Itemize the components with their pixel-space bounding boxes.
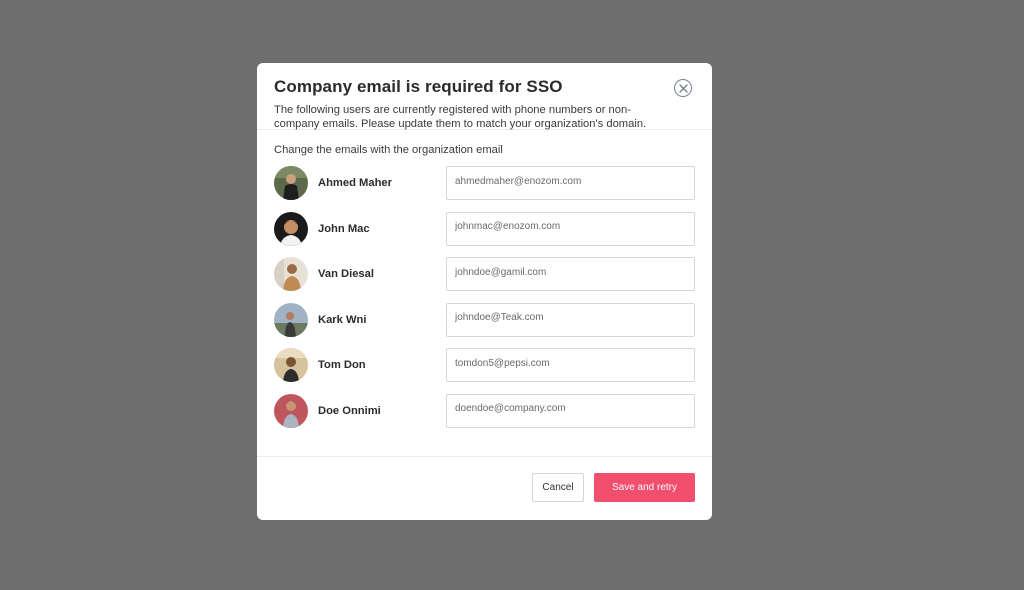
dialog-body: Change the emails with the organization … bbox=[257, 130, 712, 457]
user-name: Tom Don bbox=[318, 359, 366, 372]
user-row: Ahmed Maher bbox=[274, 166, 695, 200]
dialog-description: The following users are currently regist… bbox=[274, 104, 647, 130]
instruction-text: Change the emails with the organization … bbox=[274, 144, 503, 156]
avatar bbox=[274, 166, 308, 200]
dialog-header: Company email is required for SSO The fo… bbox=[257, 63, 712, 130]
user-row: Tom Don bbox=[274, 348, 695, 383]
user-name: Ahmed Maher bbox=[318, 177, 392, 189]
avatar bbox=[274, 348, 308, 383]
email-field[interactable] bbox=[446, 211, 695, 246]
user-name: Doe Onnimi bbox=[318, 404, 381, 417]
user-row: John Mac bbox=[274, 211, 695, 246]
dialog-title: Company email is required for SSO bbox=[274, 77, 563, 96]
user-name: John Mac bbox=[318, 222, 370, 235]
sso-email-dialog: Company email is required for SSO The fo… bbox=[257, 63, 712, 520]
save-and-retry-button[interactable]: Save and retry bbox=[594, 473, 695, 502]
email-field[interactable] bbox=[446, 393, 695, 428]
avatar bbox=[274, 393, 308, 428]
email-field[interactable] bbox=[446, 348, 695, 383]
user-name: Kark Wni bbox=[318, 313, 367, 326]
user-row: Doe Onnimi bbox=[274, 393, 695, 428]
user-row: Van Diesal bbox=[274, 257, 695, 292]
avatar bbox=[274, 257, 308, 292]
user-name: Van Diesal bbox=[318, 268, 374, 281]
user-row: Kark Wni bbox=[274, 302, 695, 337]
avatar bbox=[274, 302, 308, 337]
email-field[interactable] bbox=[446, 302, 695, 337]
cancel-button[interactable]: Cancel bbox=[532, 473, 584, 502]
email-field[interactable] bbox=[446, 166, 695, 200]
dialog-footer: Cancel Save and retry bbox=[257, 457, 712, 519]
close-icon[interactable] bbox=[674, 79, 692, 97]
avatar bbox=[274, 211, 308, 246]
email-field[interactable] bbox=[446, 257, 695, 292]
